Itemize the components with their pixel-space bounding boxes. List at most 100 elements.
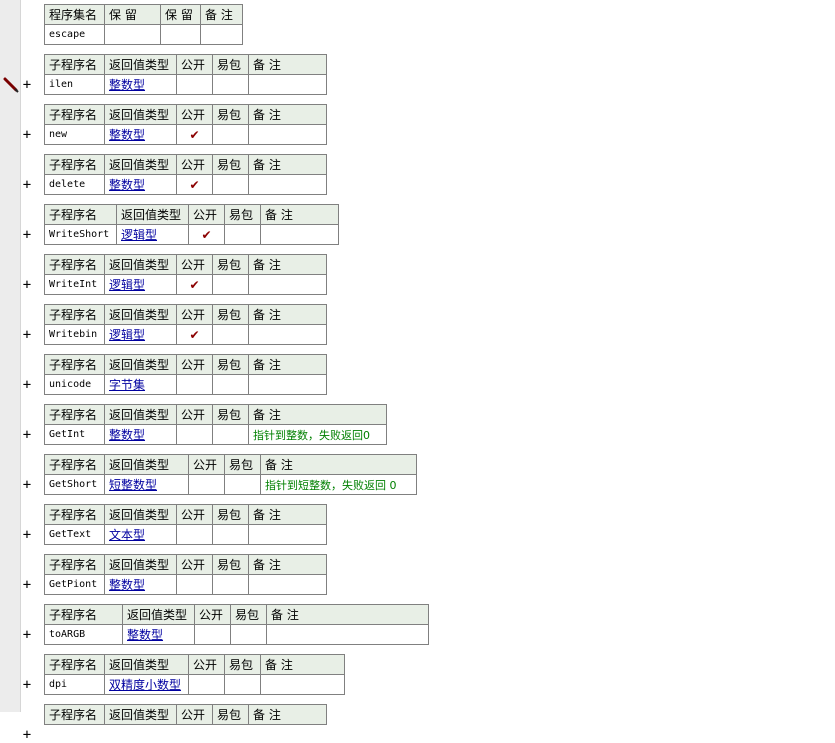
reserved-cell-1[interactable] (104, 24, 161, 45)
easy-pack-cell[interactable] (224, 224, 261, 245)
return-type-link[interactable]: 文本型 (104, 524, 177, 545)
expand-icon[interactable]: + (20, 528, 34, 542)
public-cell[interactable]: ✔ (176, 274, 213, 295)
note-cell[interactable] (248, 174, 327, 195)
note-cell[interactable] (248, 374, 327, 395)
return-type-link[interactable]: 整数型 (104, 174, 177, 195)
public-cell[interactable] (176, 424, 213, 445)
note-cell[interactable] (248, 124, 327, 145)
public-header: 公开 (194, 604, 231, 625)
expand-icon[interactable]: + (20, 128, 34, 142)
public-cell[interactable]: ✔ (176, 124, 213, 145)
sub-name-cell[interactable]: WriteShort (44, 224, 117, 245)
public-cell[interactable]: ✔ (176, 324, 213, 345)
sub-name-cell[interactable]: unicode (44, 374, 105, 395)
sub-name-header: 子程序名 (44, 704, 105, 725)
assembly-note-cell[interactable] (200, 24, 243, 45)
public-cell[interactable] (188, 474, 225, 495)
sub-name-cell[interactable]: WriteInt (44, 274, 105, 295)
return-type-header: 返回值类型 (104, 254, 177, 275)
expand-icon[interactable]: + (20, 328, 34, 342)
return-type-link[interactable]: 逻辑型 (104, 274, 177, 295)
public-cell[interactable] (176, 574, 213, 595)
sub-name-cell[interactable]: dpi (44, 674, 105, 695)
expand-icon[interactable]: + (20, 78, 34, 92)
note-cell[interactable] (260, 674, 345, 695)
sub-name-cell[interactable]: toARGB (44, 624, 123, 645)
return-type-link[interactable]: 整数型 (104, 424, 177, 445)
expand-icon[interactable]: + (20, 378, 34, 392)
expand-icon[interactable]: + (20, 228, 34, 242)
expand-icon[interactable]: + (20, 678, 34, 692)
sub-name-cell[interactable]: ilen (44, 74, 105, 95)
sub-row: GetShort 短整数型 指针到短整数，失败返回 0 (44, 474, 417, 495)
note-header: 备 注 (248, 54, 327, 75)
sub-name-cell[interactable]: GetShort (44, 474, 105, 495)
easy-pack-cell[interactable] (224, 674, 261, 695)
public-cell[interactable] (176, 74, 213, 95)
note-cell[interactable] (248, 524, 327, 545)
public-cell[interactable] (188, 674, 225, 695)
expand-icon[interactable]: + (20, 178, 34, 192)
return-type-link[interactable]: 双精度小数型 (104, 674, 189, 695)
easy-pack-cell[interactable] (212, 174, 249, 195)
note-header: 备 注 (248, 354, 327, 375)
reserved-cell-2[interactable] (160, 24, 201, 45)
easy-pack-cell[interactable] (212, 374, 249, 395)
sub-table: 子程序名 返回值类型 公开 易包备 注 GetPiont 整数型 (44, 554, 327, 595)
note-cell[interactable] (248, 274, 327, 295)
public-cell[interactable] (176, 524, 213, 545)
return-type-link[interactable]: 整数型 (122, 624, 195, 645)
expand-icon[interactable]: + (20, 728, 34, 742)
sub-name-cell[interactable]: delete (44, 174, 105, 195)
easy-pack-cell[interactable] (212, 74, 249, 95)
easy-pack-header: 易包 (224, 454, 261, 475)
expand-icon[interactable]: + (20, 578, 34, 592)
return-type-link[interactable]: 字节集 (104, 374, 177, 395)
easy-pack-cell[interactable] (212, 524, 249, 545)
sub-row: WriteShort 逻辑型 ✔ (44, 224, 339, 245)
sub-name-header: 子程序名 (44, 304, 105, 325)
return-type-link[interactable]: 逻辑型 (104, 324, 177, 345)
easy-pack-cell[interactable] (212, 324, 249, 345)
expand-icon[interactable]: + (20, 428, 34, 442)
note-cell[interactable] (248, 74, 327, 95)
note-cell[interactable] (248, 574, 327, 595)
public-cell[interactable] (194, 624, 231, 645)
checkmark-icon: ✔ (189, 127, 200, 142)
note-cell[interactable] (260, 224, 339, 245)
note-cell[interactable] (266, 624, 429, 645)
expand-icon[interactable]: + (20, 628, 34, 642)
return-type-link[interactable]: 整数型 (104, 574, 177, 595)
sub-name-cell[interactable]: GetText (44, 524, 105, 545)
sub-name-cell[interactable]: GetInt (44, 424, 105, 445)
easy-pack-cell[interactable] (212, 424, 249, 445)
easy-pack-cell[interactable] (212, 574, 249, 595)
public-cell[interactable] (176, 374, 213, 395)
return-type-link[interactable]: 短整数型 (104, 474, 189, 495)
expand-icon[interactable]: + (20, 478, 34, 492)
easy-pack-cell[interactable] (224, 474, 261, 495)
assembly-table: 程序集名 保 留 保 留 备 注 escape (44, 4, 243, 45)
easy-pack-cell[interactable] (230, 624, 267, 645)
expand-icon[interactable]: + (20, 278, 34, 292)
note-cell[interactable]: 指针到整数，失败返回0 (248, 424, 387, 445)
public-cell[interactable]: ✔ (188, 224, 225, 245)
note-cell[interactable] (248, 324, 327, 345)
easy-pack-cell[interactable] (212, 124, 249, 145)
return-type-link[interactable]: 逻辑型 (116, 224, 189, 245)
pencil-icon (3, 77, 19, 93)
note-cell[interactable]: 指针到短整数，失败返回 0 (260, 474, 417, 495)
sub-row: GetInt 整数型 指针到整数，失败返回0 (44, 424, 387, 445)
note-header: 备 注 (260, 454, 417, 475)
sub-name-cell[interactable]: new (44, 124, 105, 145)
public-cell[interactable]: ✔ (176, 174, 213, 195)
return-type-link[interactable]: 整数型 (104, 124, 177, 145)
sub-name-cell[interactable]: GetPiont (44, 574, 105, 595)
easy-pack-header: 易包 (224, 654, 261, 675)
easy-pack-cell[interactable] (212, 274, 249, 295)
sub-row: WriteInt 逻辑型 ✔ (44, 274, 327, 295)
assembly-name-cell[interactable]: escape (44, 24, 105, 45)
return-type-link[interactable]: 整数型 (104, 74, 177, 95)
sub-name-cell[interactable]: Writebin (44, 324, 105, 345)
